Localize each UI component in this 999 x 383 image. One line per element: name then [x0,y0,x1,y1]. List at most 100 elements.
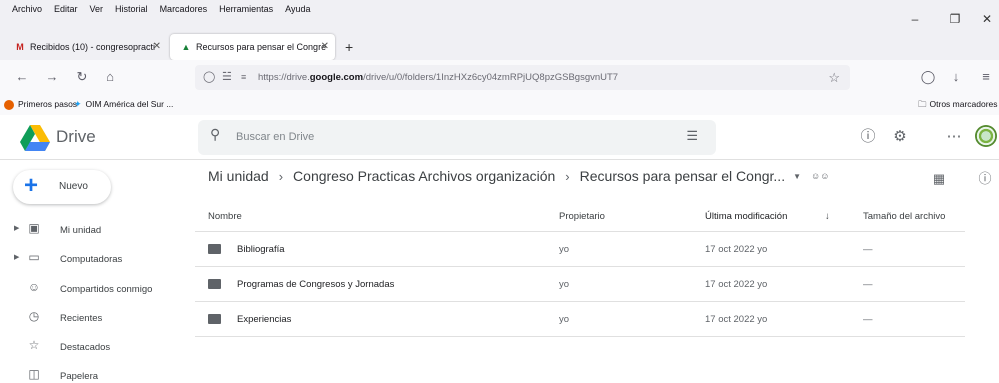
url-text[interactable]: https://drive.google.com/drive/u/0/folde… [258,65,618,90]
sidebar-item-compartidos[interactable]: ☺ Compartidos conmigo [0,278,190,300]
shared-icon: ☺ [27,280,41,294]
other-bookmarks[interactable]: 🗀 Otros marcadores [918,95,998,113]
my-drive-icon: ▣ [28,221,40,235]
tab-drive[interactable]: ▲ Recursos para pensar el Congre ✕ [170,34,335,60]
menu-historial[interactable]: Historial [115,0,148,18]
sidebar-item-mi-unidad[interactable]: ▶ ▣ Mi unidad [0,219,190,241]
search-bar[interactable]: ⚲ Buscar en Drive ☰ [198,120,716,155]
drive-brand[interactable]: Drive [56,127,96,147]
menu-editar[interactable]: Editar [54,0,78,18]
clock-icon: ◷ [28,309,40,323]
column-owner[interactable]: Propietario [559,202,605,232]
column-modified[interactable]: Última modificación [705,202,787,232]
file-size: — [863,244,873,255]
tab-bar: M Recibidos (10) - congresopracti ✕ ▲ Recu… [0,30,999,60]
menu-hamburger-icon[interactable]: ≡ [976,67,996,87]
info-icon[interactable]: ⓘ [976,170,994,188]
bookmarks-bar: Primeros pasos ✦ OIM América del Sur ... … [0,95,999,115]
sidebar-item-computadoras[interactable]: ▶ ▭ Computadoras [0,248,190,270]
gmail-icon: M [16,42,24,52]
search-input[interactable]: Buscar en Drive [236,131,314,143]
file-name: Bibliografía [237,244,285,255]
file-name: Experiencias [237,314,292,325]
menu-bar: Archivo Editar Ver Historial Marcadores Herra… [0,0,999,30]
file-size: — [863,314,873,325]
sidebar-item-papelera[interactable]: ◫ Papelera [0,365,190,383]
menu-archivo[interactable]: Archivo [12,0,42,18]
nav-bar: ← → ↻ ⌂ ◯ ☱ ≡ https://drive.google.com/d… [0,60,999,95]
chevron-right-icon: › [565,168,570,184]
breadcrumb-current-folder[interactable]: Recursos para pensar el Congr... [580,168,785,184]
tracking-shield-icon[interactable]: ◯ [203,65,215,90]
help-icon[interactable]: ⓘ [858,127,878,147]
settings-gear-icon[interactable]: ⚙ [890,127,910,147]
minimize-icon[interactable]: – [900,0,930,30]
column-name[interactable]: Nombre [208,202,242,232]
file-size: — [863,279,873,290]
new-button-label: Nuevo [59,181,88,192]
breadcrumb-mi-unidad[interactable]: Mi unidad [208,168,269,184]
shared-folder-icon [208,232,222,267]
folder-icon: 🗀 [918,99,927,109]
menu-marcadores[interactable]: Marcadores [160,0,208,18]
column-size[interactable]: Tamaño del archivo [863,202,945,232]
table-row[interactable]: Bibliografía yo 17 oct 2022 yo — [195,232,965,267]
table-row[interactable]: Experiencias yo 17 oct 2022 yo — [195,302,965,337]
file-modified: 17 oct 2022 yo [705,279,768,290]
lock-icon[interactable]: ☱ [222,65,232,90]
search-options-icon[interactable]: ☰ [686,128,698,144]
file-list-header: Nombre Propietario Última modificación ↓… [195,202,965,232]
restore-icon[interactable]: ❐ [940,0,970,30]
bookmark-oim[interactable]: ✦ OIM América del Sur ... [74,95,173,113]
home-icon[interactable]: ⌂ [100,67,120,87]
apps-grid-icon[interactable]: ⋯ [944,127,964,147]
drive-header: Drive ⚲ Buscar en Drive ☰ ⓘ ⚙ ⋯ [0,115,999,160]
file-modified: 17 oct 2022 yo [705,314,768,325]
search-icon[interactable]: ⚲ [210,126,220,143]
shared-folder-icon [208,302,222,337]
expand-caret-icon[interactable]: ▶ [14,224,19,232]
twitter-icon: ✦ [74,99,82,109]
file-name: Programas de Congresos y Jornadas [237,279,395,290]
menu-herramientas[interactable]: Herramientas [219,0,273,18]
breadcrumb-congreso[interactable]: Congreso Practicas Archivos organización [293,168,555,184]
computers-icon: ▭ [28,250,40,264]
sidebar-item-recientes[interactable]: ◷ Recientes [0,307,190,329]
new-tab-button[interactable]: + [345,34,353,60]
table-row[interactable]: Programas de Congresos y Jornadas yo 17 … [195,267,965,302]
tab-gmail-title: Recibidos (10) - congresopracti [30,42,156,52]
tab-drive-title: Recursos para pensar el Congre [196,42,327,52]
tab-gmail[interactable]: M Recibidos (10) - congresopracti ✕ [4,34,167,60]
chevron-down-icon[interactable]: ▼ [793,172,801,181]
pocket-icon[interactable]: ◯ [918,67,938,87]
chevron-right-icon: › [278,168,284,184]
expand-caret-icon[interactable]: ▶ [14,253,19,261]
sort-arrow-down-icon[interactable]: ↓ [825,202,830,232]
download-icon[interactable]: ↓ [946,67,966,87]
forward-icon[interactable]: → [42,67,62,87]
grid-view-icon[interactable]: ▦ [930,170,948,188]
menu-ver[interactable]: Ver [90,0,104,18]
menu-ayuda[interactable]: Ayuda [285,0,310,18]
new-button[interactable]: + Nuevo [13,170,111,204]
bookmark-star-icon[interactable]: ☆ [828,65,840,90]
firefox-icon [4,99,14,110]
breadcrumb: Mi unidad › Congreso Practicas Archivos or… [208,167,829,191]
url-bar[interactable]: ◯ ☱ ≡ https://drive.google.com/drive/u/0… [195,65,850,90]
reload-icon[interactable]: ↻ [72,67,92,87]
sidebar-item-destacados[interactable]: ☆ Destacados [0,336,190,358]
drive-logo-icon[interactable] [20,125,50,151]
close-tab-icon[interactable]: ✕ [321,34,329,60]
back-icon[interactable]: ← [12,67,32,87]
star-icon: ☆ [28,338,40,352]
shared-folder-icon: ☺☺ [811,171,830,182]
bookmark-primeros-pasos[interactable]: Primeros pasos [4,95,77,113]
file-modified: 17 oct 2022 yo [705,244,768,255]
shared-folder-icon [208,267,222,302]
permissions-icon[interactable]: ≡ [241,65,246,90]
avatar[interactable] [975,125,997,147]
drive-icon: ▲ [181,42,191,52]
close-tab-icon[interactable]: ✕ [153,34,161,60]
close-window-icon[interactable]: ✕ [972,0,999,30]
trash-icon: ◫ [28,367,40,381]
